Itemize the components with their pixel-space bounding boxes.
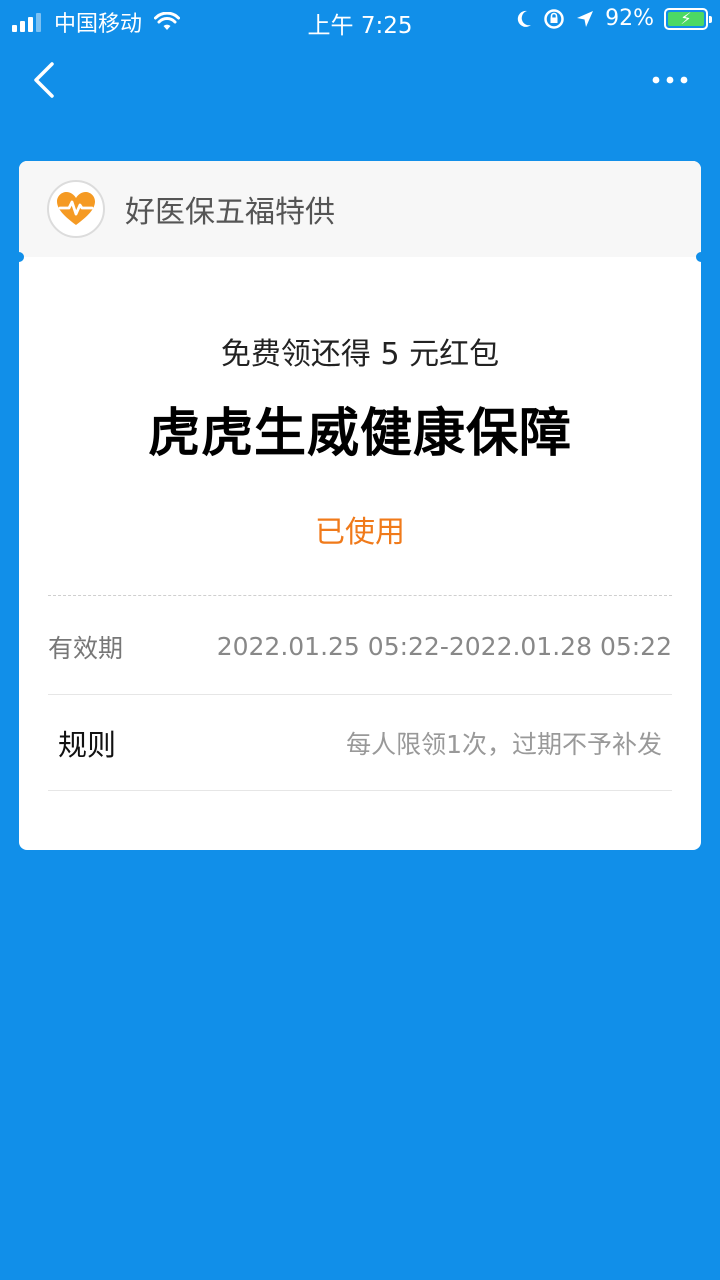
card-header: 好医保五福特供 — [19, 161, 701, 257]
rules-row: 规则 每人限领1次，过期不予补发 — [48, 695, 672, 791]
dashed-divider — [48, 595, 672, 596]
heart-pulse-icon — [57, 192, 95, 225]
card-notch-right — [696, 252, 701, 262]
more-button[interactable] — [650, 66, 690, 94]
moon-icon — [517, 10, 532, 27]
coupon-card: 好医保五福特供 免费领还得 5 元红包 虎虎生威健康保障 已使用 有效期 202… — [19, 161, 701, 850]
card-notch-left — [19, 252, 24, 262]
rules-label: 规则 — [58, 727, 117, 762]
validity-value: 2022.01.25 05:22-2022.01.28 05:22 — [216, 632, 672, 661]
battery-icon: ⚡ — [664, 7, 712, 30]
back-button[interactable] — [26, 58, 66, 102]
rules-value: 每人限领1次，过期不予补发 — [346, 729, 662, 759]
status-bar: 中国移动 上午 7:25 92% ⚡ — [0, 0, 720, 40]
validity-label: 有效期 — [48, 633, 124, 663]
chevron-left-icon — [34, 62, 54, 98]
validity-row: 有效期 2022.01.25 05:22-2022.01.28 05:22 — [48, 599, 672, 695]
rotation-lock-icon — [544, 8, 564, 29]
coupon-title: 虎虎生威健康保障 — [147, 404, 572, 464]
brand-logo — [47, 180, 105, 238]
card-header-title: 好医保五福特供 — [125, 195, 335, 230]
more-dots-icon — [652, 76, 688, 84]
battery-percent: 92% — [605, 6, 654, 31]
status-label: 已使用 — [315, 515, 405, 550]
location-arrow-icon — [577, 10, 594, 27]
coupon-subtitle: 免费领还得 5 元红包 — [220, 337, 500, 372]
